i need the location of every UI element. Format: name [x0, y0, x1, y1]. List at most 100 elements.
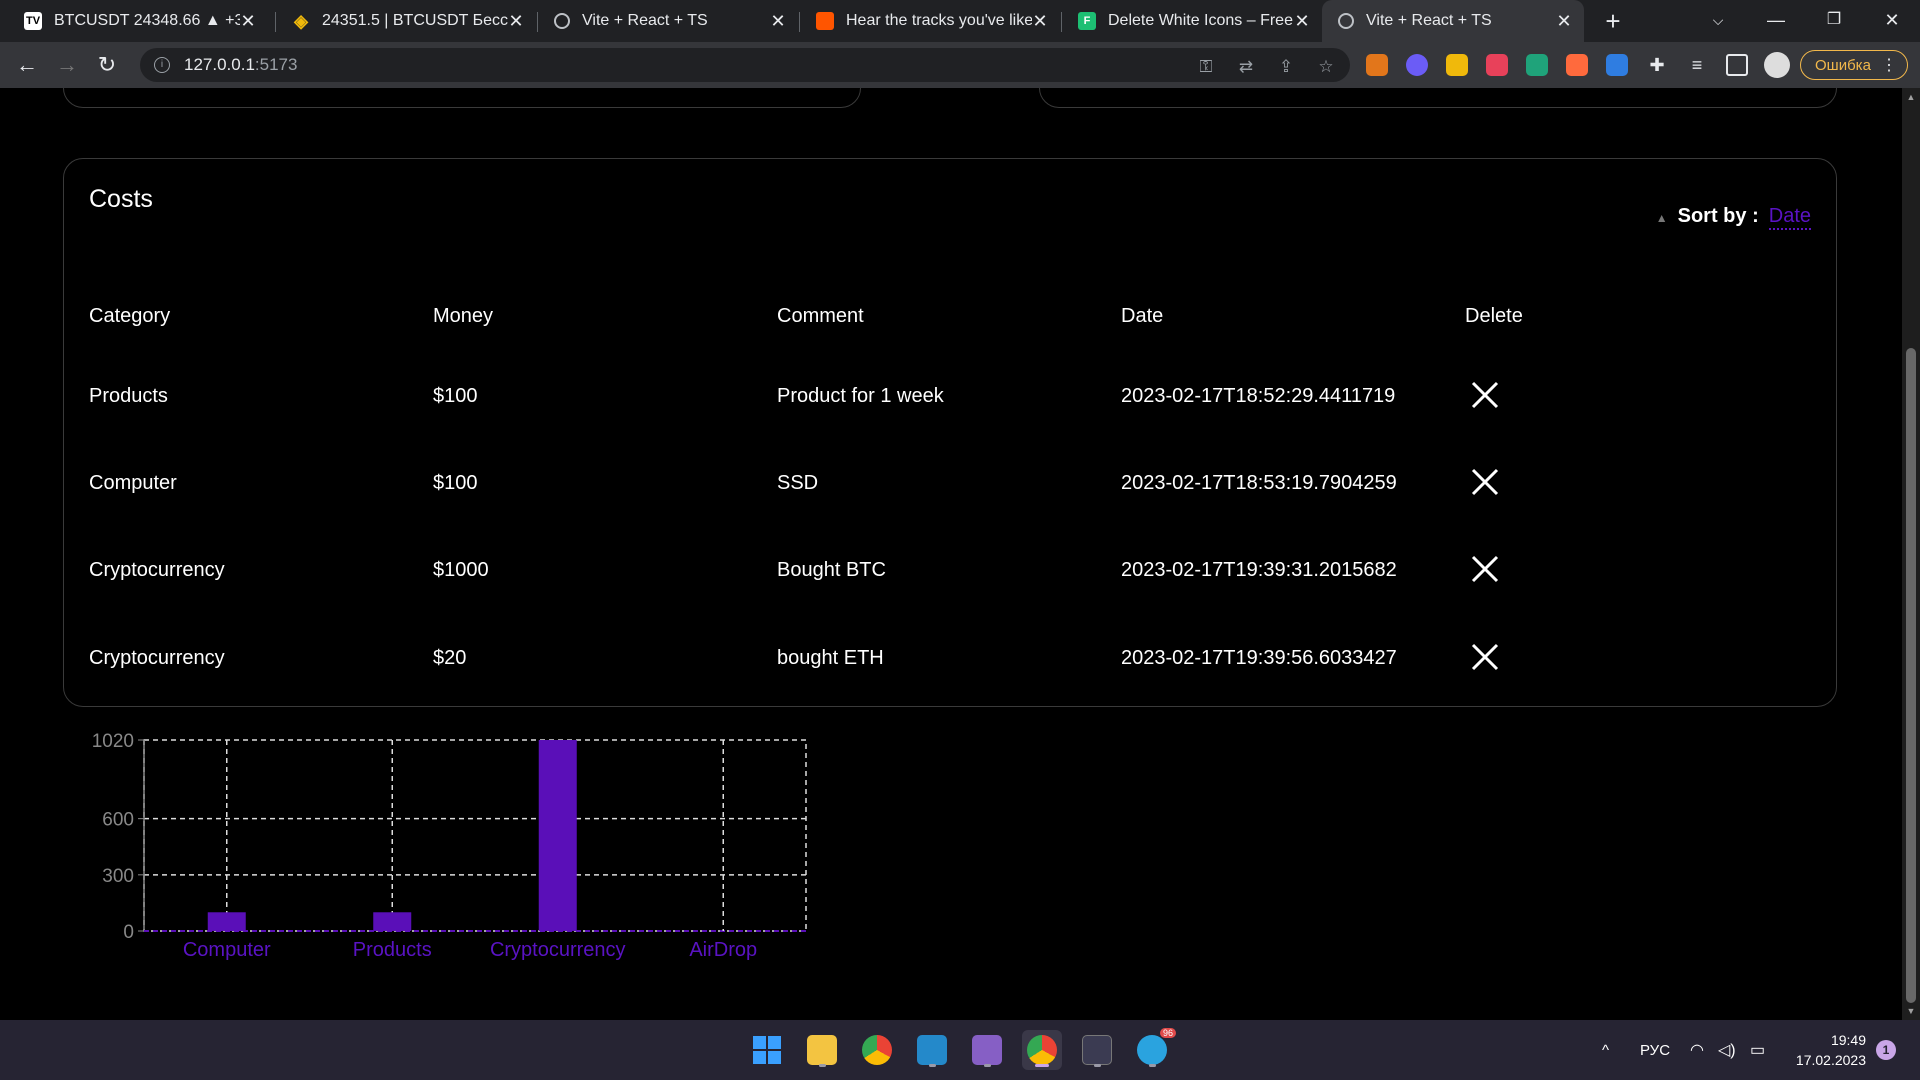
taskbar-chrome-profile[interactable]: [1022, 1030, 1062, 1070]
notification-badge[interactable]: 1: [1876, 1040, 1896, 1060]
close-tab-icon[interactable]: ✕: [770, 11, 786, 32]
delete-x-icon[interactable]: [1467, 639, 1503, 675]
reload-icon[interactable]: ↻: [92, 50, 122, 80]
costs-title: Costs: [89, 185, 153, 213]
close-tab-icon[interactable]: ✕: [1556, 11, 1572, 32]
sort-label: Sort by :: [1677, 205, 1759, 227]
tab-title: Vite + React + TS: [582, 12, 708, 29]
extension-icon[interactable]: [1606, 54, 1628, 76]
taskbar-file-explorer[interactable]: [802, 1030, 842, 1070]
sort-select[interactable]: Date: [1768, 205, 1811, 230]
delete-x-icon[interactable]: [1467, 464, 1503, 500]
tab-title: BTCUSDT 24348.66 ▲ +3.53: [54, 12, 240, 29]
media-control-icon[interactable]: ≡: [1686, 54, 1708, 76]
close-tab-icon[interactable]: ✕: [1294, 11, 1310, 32]
active-indicator: [1035, 1064, 1049, 1067]
close-tab-icon[interactable]: ✕: [1032, 11, 1048, 32]
telegram-icon: [1137, 1035, 1167, 1065]
tab-strip: TV BTCUSDT 24348.66 ▲ +3.53 ✕ ◈ 24351.5 …: [0, 0, 1920, 42]
wifi-icon[interactable]: ◠: [1690, 1020, 1704, 1080]
taskbar-terminal[interactable]: [1077, 1030, 1117, 1070]
bookmark-star-icon[interactable]: ☆: [1314, 55, 1338, 79]
x-tick-label: AirDrop: [689, 939, 757, 961]
volume-icon[interactable]: ◁): [1718, 1020, 1736, 1080]
taskbar-vscode[interactable]: [912, 1030, 952, 1070]
tab-search-icon[interactable]: ⌵: [1690, 0, 1746, 42]
system-clock[interactable]: 19:49 17.02.2023: [1786, 1030, 1866, 1070]
tab-title: 24351.5 | BTCUSDT Бессроч: [322, 12, 508, 29]
cell-money: $20: [433, 647, 467, 669]
clock-date: 17.02.2023: [1795, 1052, 1866, 1068]
flaticon-icon: F: [1078, 12, 1096, 30]
profile-error-button[interactable]: Ошибка ⋮: [1800, 50, 1908, 80]
scroll-down-icon[interactable]: ▼: [1906, 1006, 1916, 1016]
tray-overflow-icon[interactable]: ^: [1602, 1020, 1609, 1080]
forward-arrow-icon[interactable]: →: [52, 50, 82, 80]
tab-binance[interactable]: ◈ 24351.5 | BTCUSDT Бессроч ✕: [276, 0, 536, 42]
chart-bar: [538, 740, 577, 931]
terminal-icon: [1082, 1035, 1112, 1065]
key-icon[interactable]: ⚿: [1194, 55, 1218, 79]
column-header-delete: Delete: [1465, 305, 1523, 327]
taskbar-visual-studio[interactable]: [967, 1030, 1007, 1070]
translate-icon[interactable]: ⇄: [1234, 55, 1258, 79]
cell-date: 2023-02-17T19:39:31.2015682: [1121, 559, 1397, 581]
metamask-extension-icon[interactable]: [1366, 54, 1388, 76]
tab-flaticon[interactable]: F Delete White Icons – Free D ✕: [1062, 0, 1322, 42]
cell-date: 2023-02-17T18:53:19.7904259: [1121, 472, 1397, 494]
binance-wallet-icon[interactable]: [1446, 54, 1468, 76]
soundcloud-icon: [816, 12, 834, 30]
address-bar[interactable]: i 127.0.0.1:5173 ⚿ ⇄ ⇪ ☆: [140, 48, 1350, 82]
tab-tradingview[interactable]: TV BTCUSDT 24348.66 ▲ +3.53 ✕: [8, 0, 268, 42]
scrollbar-thumb[interactable]: [1906, 348, 1916, 1003]
cell-comment: SSD: [777, 472, 819, 494]
folder-icon: [807, 1035, 837, 1065]
extension-icon[interactable]: [1406, 54, 1428, 76]
globe-icon: [1338, 13, 1354, 29]
column-header-date: Date: [1121, 305, 1164, 327]
start-button[interactable]: [747, 1030, 787, 1070]
battery-icon[interactable]: ▭: [1750, 1020, 1765, 1080]
close-window-button[interactable]: ✕: [1864, 0, 1920, 42]
tab-vite-active[interactable]: Vite + React + TS ✕: [1322, 0, 1584, 42]
vscode-icon: [917, 1035, 947, 1065]
chrome-icon: [862, 1035, 892, 1065]
site-info-icon[interactable]: i: [154, 57, 170, 73]
url-port: :5173: [254, 55, 298, 74]
taskbar-telegram[interactable]: 96: [1132, 1028, 1176, 1070]
back-arrow-icon[interactable]: ←: [12, 50, 42, 80]
extensions-puzzle-icon[interactable]: ✚: [1646, 54, 1668, 76]
url-text: 127.0.0.1:5173: [184, 55, 297, 75]
language-indicator[interactable]: РУС: [1640, 1020, 1670, 1080]
extension-icon[interactable]: [1486, 54, 1508, 76]
tab-soundcloud[interactable]: Hear the tracks you've liked ✕: [800, 0, 1060, 42]
close-tab-icon[interactable]: ✕: [240, 11, 256, 32]
delete-x-icon[interactable]: [1467, 377, 1503, 413]
sort-direction-icon[interactable]: ▲: [1656, 211, 1668, 225]
avatar[interactable]: [1764, 52, 1790, 78]
minimize-button[interactable]: —: [1748, 0, 1804, 42]
y-tick-label: 600: [102, 810, 134, 831]
chart-bar: [207, 912, 246, 931]
cell-date: 2023-02-17T19:39:56.6033427: [1121, 647, 1397, 669]
scroll-up-icon[interactable]: ▲: [1906, 92, 1916, 102]
url-host: 127.0.0.1: [184, 55, 255, 74]
side-panel-icon[interactable]: [1726, 54, 1748, 76]
page-scrollbar[interactable]: ▲ ▼: [1902, 88, 1920, 1020]
visual-studio-icon: [972, 1035, 1002, 1065]
cell-category: Cryptocurrency: [89, 559, 225, 581]
delete-x-icon[interactable]: [1467, 551, 1503, 587]
extension-icon[interactable]: [1526, 54, 1548, 76]
restore-button[interactable]: ❐: [1806, 0, 1862, 42]
share-icon[interactable]: ⇪: [1274, 55, 1298, 79]
unread-badge: 96: [1159, 1028, 1176, 1038]
browser-toolbar: ← → ↻ i 127.0.0.1:5173 ⚿ ⇄ ⇪ ☆: [0, 42, 1920, 88]
clock-time: 19:49: [1830, 1032, 1866, 1048]
new-tab-button[interactable]: +: [1598, 6, 1628, 36]
taskbar-chrome[interactable]: [857, 1030, 897, 1070]
close-tab-icon[interactable]: ✕: [508, 11, 524, 32]
menu-kebab-icon[interactable]: ⋮: [1881, 55, 1897, 75]
cell-date: 2023-02-17T18:52:29.4411719: [1121, 385, 1396, 407]
tab-vite-1[interactable]: Vite + React + TS ✕: [538, 0, 798, 42]
extension-icon[interactable]: [1566, 54, 1588, 76]
